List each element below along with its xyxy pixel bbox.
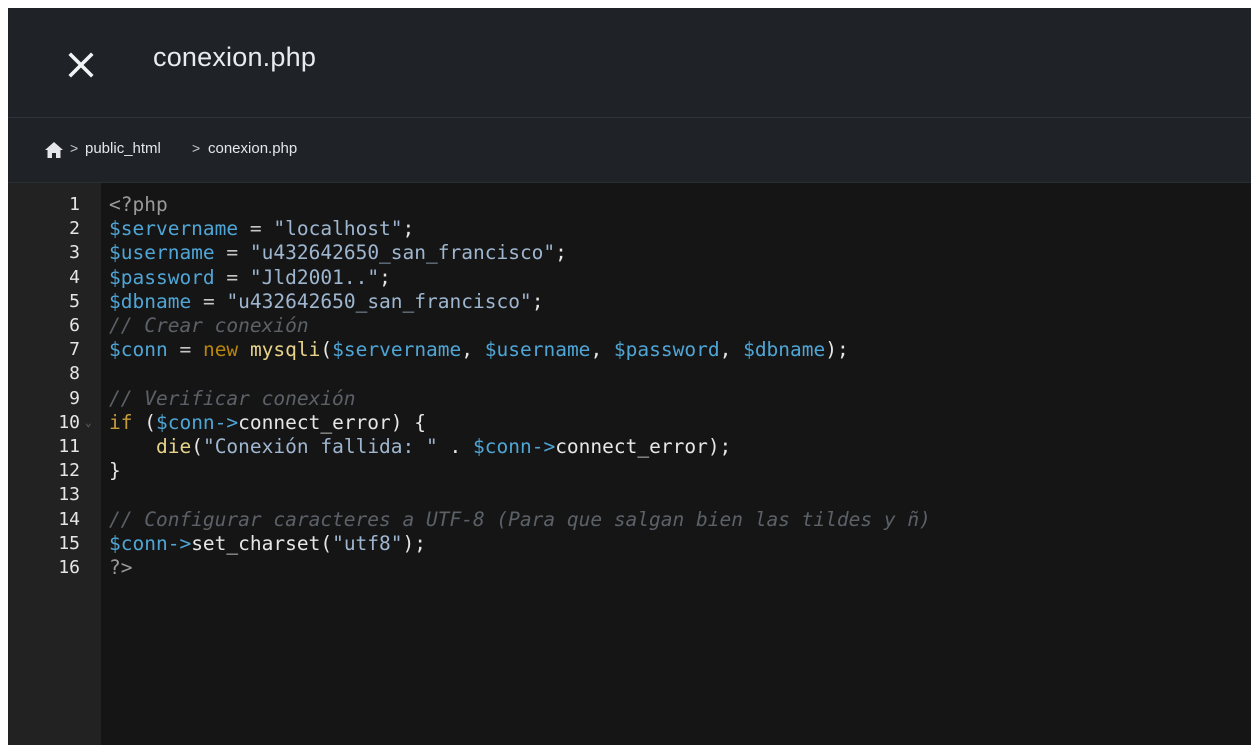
code-line[interactable]: 11 die("Conexión fallida: " . $conn->con…	[8, 435, 1251, 459]
code-editor[interactable]: 1 <?php 2 $servername = "localhost"; 3 $usern…	[8, 183, 1251, 745]
editor-app: conexion.php > public_html > conexion.ph…	[8, 8, 1251, 745]
code-line[interactable]: 15 $conn->set_charset("utf8");	[8, 532, 1251, 556]
code-text: $conn = new mysqli($servername, $usernam…	[109, 338, 849, 362]
code-text: if ($conn->connect_error) {	[109, 410, 427, 434]
breadcrumb-item-public-html[interactable]: public_html	[85, 140, 161, 157]
line-number: 2	[69, 218, 80, 240]
code-text: ?>	[109, 556, 133, 579]
code-text: $conn->set_charset("utf8");	[109, 531, 427, 555]
code-line[interactable]: 4 $password = "Jld2001..";	[8, 266, 1251, 290]
line-number: 3	[69, 242, 80, 264]
file-title: conexion.php	[153, 42, 317, 72]
home-icon[interactable]	[44, 141, 64, 159]
line-number: 11	[58, 436, 80, 457]
line-number: 7	[69, 339, 80, 361]
line-number: 4	[69, 266, 80, 288]
code-line[interactable]: 1 <?php	[8, 193, 1251, 217]
code-text: <?php	[109, 193, 168, 216]
code-line[interactable]: 10 ⌄ if ($conn->connect_error) {	[8, 411, 1251, 435]
code-text: die("Conexión fallida: " . $conn->connec…	[155, 435, 732, 458]
line-number: 10	[58, 411, 80, 433]
line-number: 13	[58, 484, 80, 506]
line-number: 12	[58, 460, 80, 482]
line-number: 14	[58, 508, 80, 530]
code-line[interactable]: 2 $servername = "localhost";	[8, 217, 1251, 241]
code-line[interactable]: 8	[8, 362, 1251, 386]
breadcrumb-separator: >	[192, 140, 201, 156]
code-text: // Crear conexión	[109, 314, 309, 337]
code-line[interactable]: 9 // Verificar conexión	[8, 387, 1251, 411]
code-line[interactable]: 6 // Crear conexión	[8, 314, 1251, 338]
code-text: $username = "u432642650_san_francisco";	[109, 241, 567, 265]
code-text: }	[109, 459, 121, 483]
line-number: 9	[69, 387, 80, 409]
code-line[interactable]: 7 $conn = new mysqli($servername, $userna…	[8, 338, 1251, 362]
title-bar: conexion.php	[8, 8, 1251, 117]
code-text: $password = "Jld2001..";	[109, 265, 391, 289]
fold-chevron-icon[interactable]: ⌄	[85, 411, 92, 435]
close-icon[interactable]	[64, 48, 98, 82]
code-line[interactable]: 12}	[8, 459, 1251, 483]
line-number: 1	[69, 194, 80, 215]
breadcrumb-item-conexion-php[interactable]: conexion.php	[208, 140, 297, 157]
code-text: // Configurar caracteres a UTF-8 (Para q…	[109, 507, 931, 531]
breadcrumb-separator: >	[70, 140, 79, 156]
line-number: 6	[69, 315, 80, 336]
code-text: $servername = "localhost";	[109, 217, 415, 241]
line-number: 16	[58, 557, 80, 578]
code-line[interactable]: 16 ?>	[8, 556, 1251, 580]
code-text: // Verificar conexión	[109, 386, 356, 410]
code-line[interactable]: 13	[8, 483, 1251, 507]
code-line[interactable]: 3 $username = "u432642650_san_francisco";	[8, 241, 1251, 265]
code-text: $dbname = "u432642650_san_francisco";	[109, 289, 544, 313]
line-number: 15	[58, 532, 80, 554]
line-number: 8	[69, 363, 80, 385]
breadcrumb: > public_html > conexion.php	[8, 118, 1251, 182]
code-line[interactable]: 5 $dbname = "u432642650_san_francisco";	[8, 290, 1251, 314]
line-number: 5	[69, 290, 80, 312]
code-line[interactable]: 14 // Configurar caracteres a UTF-8 (Para…	[8, 508, 1251, 532]
